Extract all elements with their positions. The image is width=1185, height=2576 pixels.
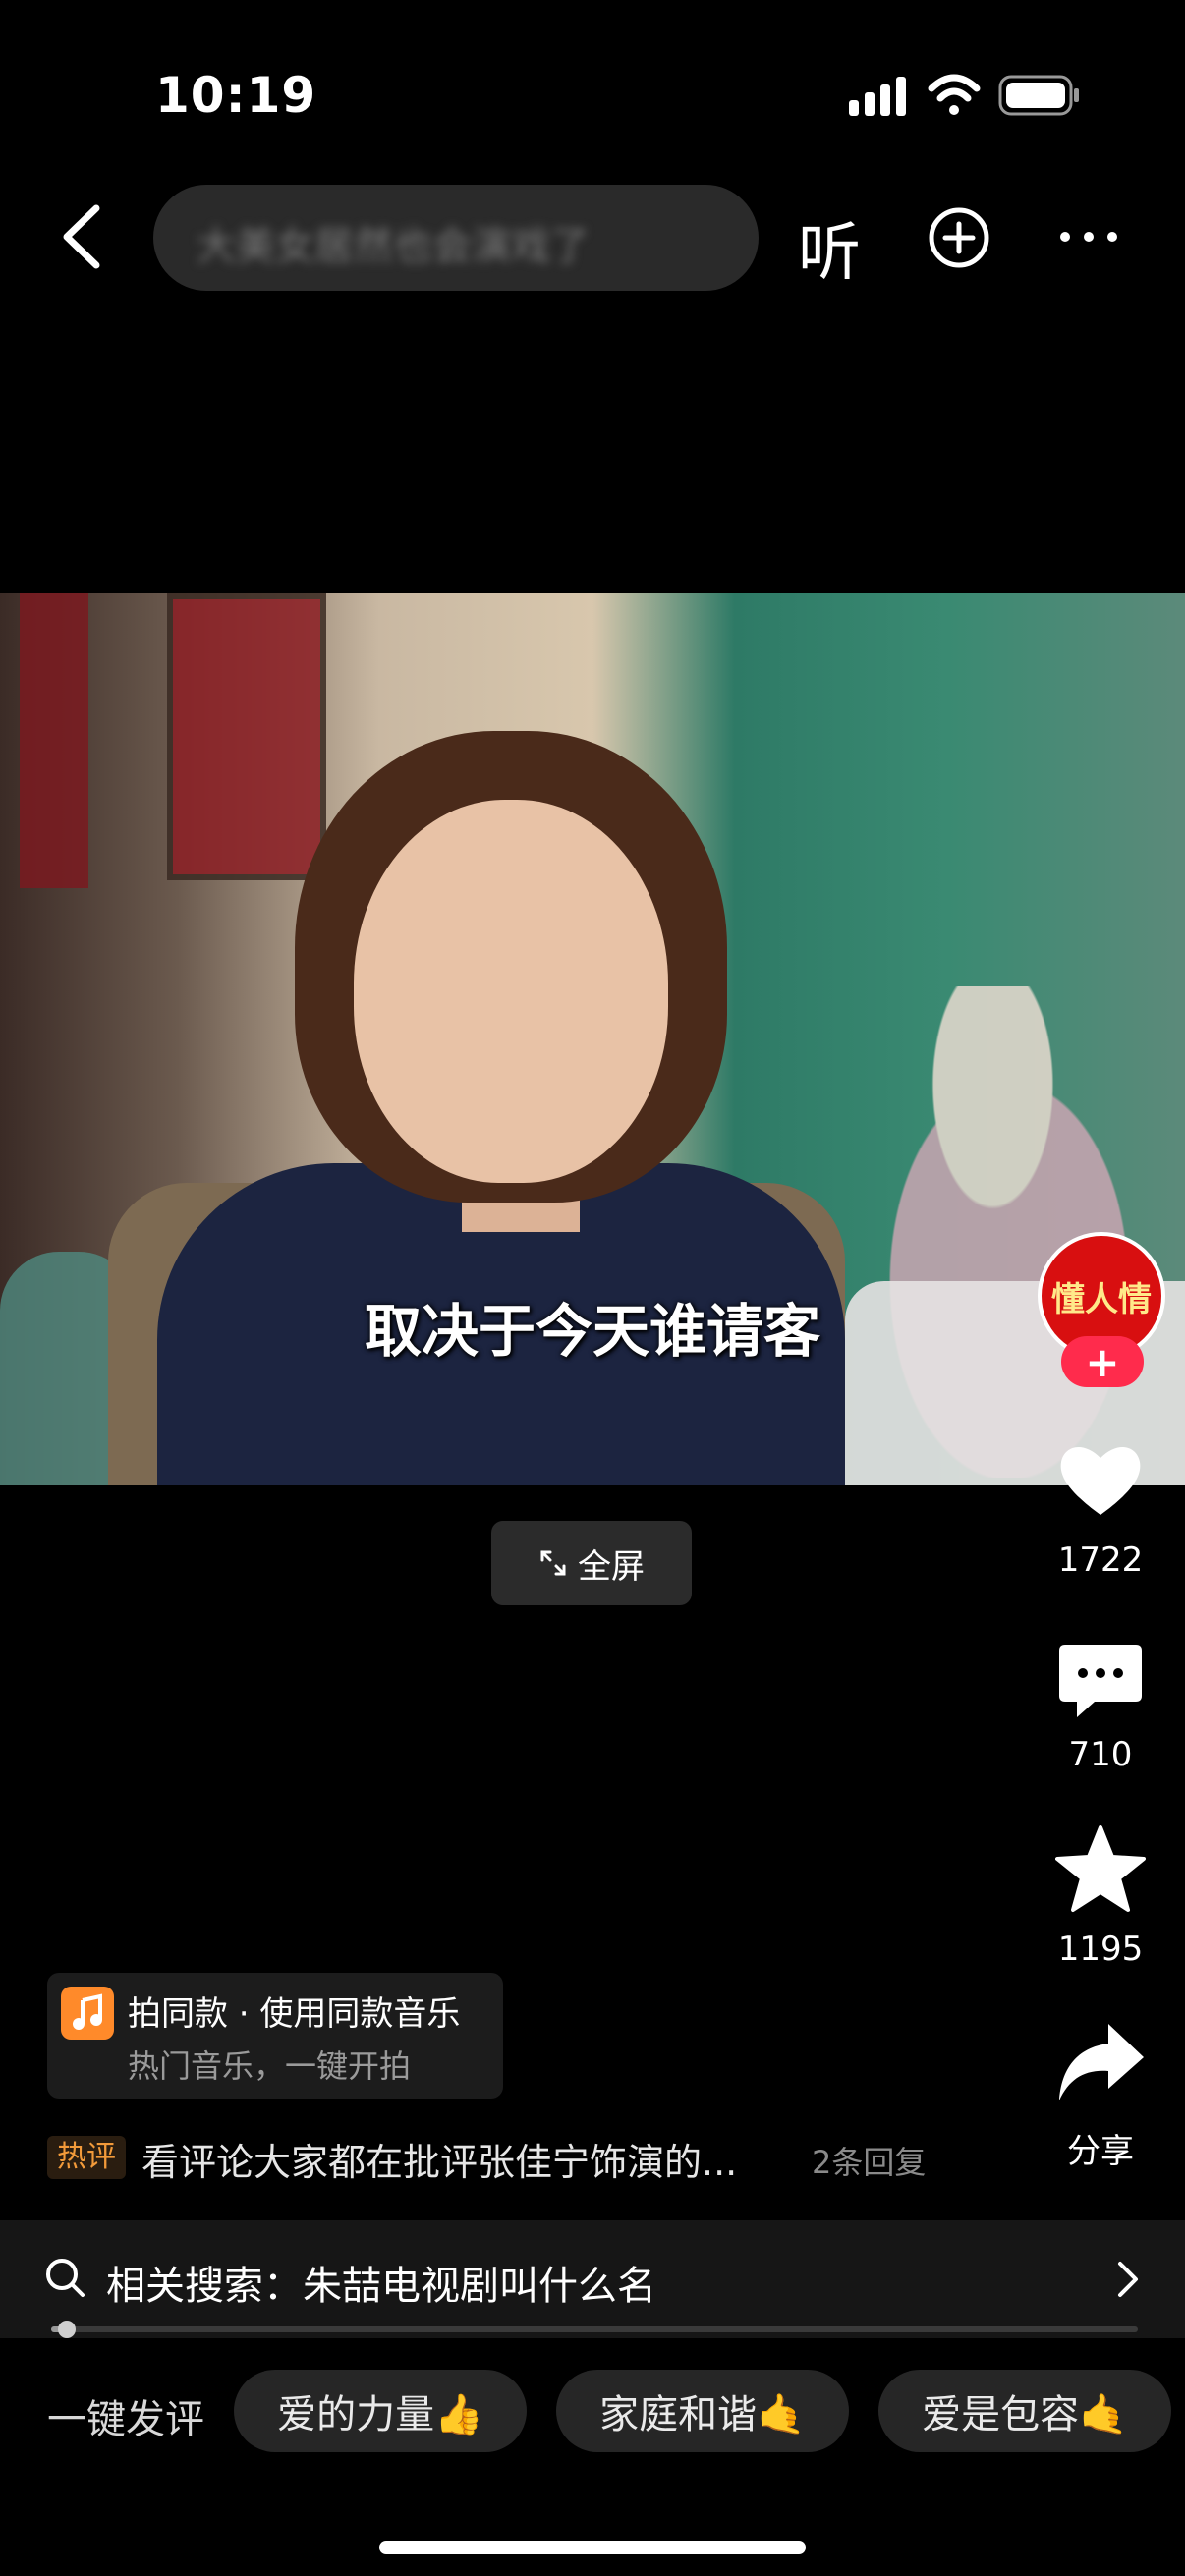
follow-button[interactable]: + [1061,1336,1144,1387]
like-count: 1722 [1057,1540,1144,1580]
hot-comment-text[interactable]: 看评论大家都在批评张佳宁饰演的... [141,2132,737,2186]
search-input[interactable]: 大美女居然也会演戏了 [153,185,759,291]
related-search-text: 相关搜索：朱喆电视剧叫什么名 [106,2264,656,2309]
more-icon[interactable] [1057,222,1120,252]
quick-comment-chip[interactable]: 家庭和谐🤙 [556,2370,849,2452]
fullscreen-button[interactable]: 全屏 [491,1521,692,1605]
home-indicator[interactable] [379,2541,806,2554]
listen-button[interactable]: 听 [798,202,861,293]
wifi-icon [928,74,981,115]
battery-icon [998,75,1079,116]
status-time: 10:19 [155,67,317,124]
quick-comment-chip[interactable]: 爱是包容🤙 [878,2370,1171,2452]
heart-icon[interactable] [1055,1434,1146,1525]
video-player[interactable]: 取决于今天谁请客 [0,593,1185,1485]
comment-icon[interactable] [1055,1635,1146,1725]
add-circle-icon[interactable] [928,206,990,269]
video-progress-bar[interactable] [51,2321,1138,2338]
search-placeholder: 大美女居然也会演戏了 [197,224,590,269]
share-icon[interactable] [1055,2018,1146,2108]
cellular-signal-icon [849,77,906,116]
comment-count: 710 [1068,1735,1133,1774]
use-same-music-card[interactable]: 拍同款 · 使用同款音乐 热门音乐，一键开拍 [47,1973,503,2099]
back-arrow-icon[interactable] [57,202,106,271]
fullscreen-label: 全屏 [578,1546,645,1587]
hot-comment-replies[interactable]: 2条回复 [812,2138,926,2183]
video-progress-handle[interactable] [58,2321,77,2338]
music-promo-subtitle: 热门音乐，一键开拍 [128,2047,412,2085]
video-subtitle: 取决于今天谁请客 [364,1298,820,1365]
expand-icon [540,1550,566,1576]
background-painting [20,593,88,888]
related-search-bar[interactable]: 相关搜索：朱喆电视剧叫什么名 [0,2220,1185,2338]
music-note-icon [61,1987,114,2040]
chevron-right-icon [1118,2262,1138,2297]
music-promo-title: 拍同款 · 使用同款音乐 [128,1994,461,2034]
share-label[interactable]: 分享 [1032,2124,1169,2172]
background-painting [167,593,326,880]
star-icon[interactable] [1055,1823,1146,1914]
search-icon [46,2259,85,2297]
quick-comment-chip[interactable]: 爱的力量👍 [234,2370,527,2452]
favorite-count: 1195 [1057,1930,1144,1969]
hot-comment-badge: 热评 [47,2136,126,2179]
quick-comment-label: 一键发评 [47,2397,204,2442]
person-face [354,800,668,1183]
